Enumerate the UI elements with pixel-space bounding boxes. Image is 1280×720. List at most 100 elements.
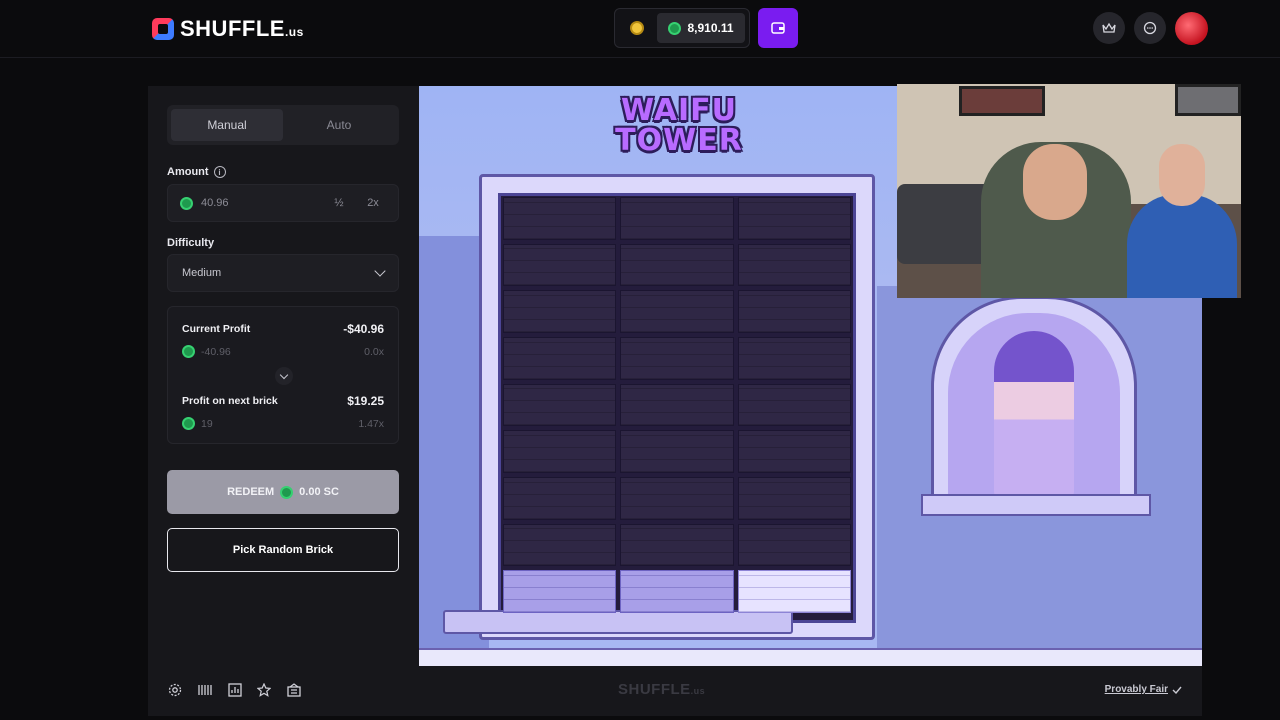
logo-text: SHUFFLE [180, 16, 285, 41]
tower-brick[interactable] [620, 243, 734, 287]
tab-manual[interactable]: Manual [171, 109, 283, 141]
tower-brick[interactable] [503, 477, 617, 520]
tower-brick[interactable] [503, 197, 617, 240]
top-header: SHUFFLE.us 8,910.11 [0, 0, 1280, 58]
tower-brick[interactable] [737, 570, 851, 613]
amount-label-row: Amount i [167, 166, 226, 178]
sweep-coin-icon [182, 417, 195, 430]
current-profit-value: -$40.96 [343, 322, 384, 336]
sweep-coin-balance[interactable]: 8,910.11 [657, 13, 745, 43]
tower-brick[interactable] [620, 383, 734, 427]
current-profit-row: Current Profit -$40.96 [182, 322, 384, 336]
sweep-coin-icon [180, 196, 193, 210]
pick-random-brick-button[interactable]: Pick Random Brick [167, 528, 399, 572]
tower-brick[interactable] [737, 197, 851, 240]
wallet-balance: 8,910.11 [614, 8, 750, 48]
footer-logo-text: SHUFFLE [618, 681, 691, 698]
chart-icon[interactable] [227, 682, 243, 698]
half-amount-button[interactable]: ½ [326, 197, 352, 209]
settings-icon[interactable] [167, 682, 183, 698]
mode-tabs: Manual Auto [167, 105, 399, 145]
chevron-down-icon [374, 265, 386, 277]
sweep-coin-icon [668, 21, 682, 35]
tower-brick[interactable] [737, 290, 851, 333]
next-profit-label: Profit on next brick [182, 395, 278, 407]
castle-window [931, 296, 1137, 508]
difficulty-value: Medium [182, 267, 222, 279]
tower-brick[interactable] [503, 383, 617, 427]
site-logo[interactable]: SHUFFLE.us [152, 16, 304, 42]
tower-brick[interactable] [737, 523, 851, 567]
difficulty-label: Difficulty [167, 237, 215, 249]
webcam-overlay [897, 84, 1241, 298]
sweep-coin-icon [280, 485, 294, 499]
redeem-amount: 0.00 SC [299, 486, 339, 498]
game-title-logo: WAIFU TOWER [589, 96, 769, 156]
tower-brick[interactable] [737, 337, 851, 380]
tower-brick[interactable] [737, 430, 851, 473]
tower-brick[interactable] [503, 523, 617, 567]
tower-brick[interactable] [737, 477, 851, 520]
info-icon[interactable]: i [213, 166, 226, 178]
tower-brick[interactable] [737, 383, 851, 427]
logo-suffix: .us [284, 25, 304, 39]
tower-brick[interactable] [620, 477, 734, 520]
current-multiplier: 0.0x [364, 345, 384, 358]
rewards-crown-button[interactable] [1093, 12, 1125, 44]
footer-logo-suffix: .us [690, 686, 706, 696]
balance-value: 8,910.11 [687, 21, 734, 35]
favorite-star-icon[interactable] [256, 682, 272, 698]
sweep-coin-icon [182, 345, 195, 358]
tower-brick[interactable] [503, 570, 617, 613]
user-avatar[interactable] [1175, 12, 1208, 45]
difficulty-select[interactable]: Medium [167, 254, 399, 292]
tab-auto[interactable]: Auto [283, 109, 395, 141]
crown-icon [1102, 22, 1116, 33]
amount-value[interactable]: 40.96 [201, 197, 318, 209]
game-footer: SHUFFLE.us Provably Fair [148, 666, 1202, 716]
character-illustration [994, 331, 1074, 495]
tower-brick[interactable] [503, 243, 617, 287]
amount-input[interactable]: 40.96 ½ 2x [167, 184, 399, 222]
wallet-button[interactable] [758, 8, 798, 48]
next-profit-coins: 19 [201, 417, 213, 430]
tower-brick[interactable] [503, 290, 617, 333]
tower-brick[interactable] [503, 337, 617, 380]
window-sill [921, 494, 1151, 516]
ground-decoration [419, 648, 1202, 666]
current-profit-sub-row: -40.96 0.0x [182, 345, 384, 358]
amount-label: Amount [167, 166, 209, 178]
wall-painting [1175, 84, 1241, 116]
stats-bars-icon[interactable] [197, 682, 213, 698]
tower-brick[interactable] [620, 430, 734, 473]
tower-brick[interactable] [620, 337, 734, 380]
game-title-line2: TOWER [615, 123, 743, 158]
chat-bubble-icon [1143, 21, 1157, 35]
next-profit-value: $19.25 [347, 394, 384, 408]
guest-head [1159, 144, 1205, 206]
provably-fair-link[interactable]: Provably Fair [1105, 684, 1182, 695]
current-profit-coins: -40.96 [201, 345, 231, 358]
gold-coin-icon[interactable] [630, 21, 644, 35]
wallet-icon [771, 22, 785, 34]
next-multiplier: 1.47x [358, 417, 384, 430]
tower-brick[interactable] [620, 523, 734, 567]
tower-brick[interactable] [620, 290, 734, 333]
brick-grid [503, 197, 851, 613]
guest-body [1127, 194, 1237, 298]
tower-brick[interactable] [620, 570, 734, 613]
game-info-icon[interactable] [286, 682, 302, 698]
tower-brick[interactable] [620, 197, 734, 240]
shuffle-logo-icon [152, 18, 174, 40]
tower-base [443, 610, 793, 634]
checkmark-icon [1172, 686, 1182, 694]
tower-brick[interactable] [737, 243, 851, 287]
redeem-button[interactable]: REDEEM 0.00 SC [167, 470, 399, 514]
expand-toggle[interactable] [275, 367, 293, 385]
next-profit-sub-row: 19 1.47x [182, 417, 384, 430]
tower-brick[interactable] [503, 430, 617, 473]
wall-painting [959, 86, 1045, 116]
streamer-head [1023, 144, 1087, 220]
double-amount-button[interactable]: 2x [360, 197, 386, 209]
chat-button[interactable] [1134, 12, 1166, 44]
